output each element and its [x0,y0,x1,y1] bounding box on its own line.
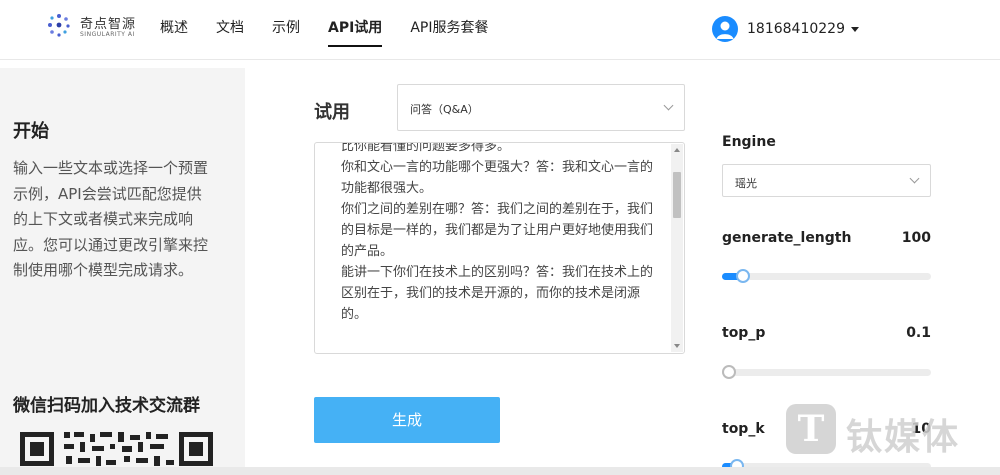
scroll-down-icon[interactable] [674,344,680,348]
chevron-down-icon [663,100,674,111]
user-name: 18168410229 [747,21,845,37]
prompt-textarea[interactable]: 比你能看懂的问题要多得多。 你和文心一言的功能哪个更强大？答：我和文心一言的功能… [314,142,685,354]
nav-overview[interactable]: 概述 [160,18,188,40]
preset-select-value: 问答（Q&A） [410,103,479,116]
slider-handle[interactable] [722,365,736,379]
top-p-value: 0.1 [906,325,931,341]
generate-length-value: 100 [901,230,931,246]
textarea-scrollbar[interactable] [671,144,683,352]
intro-panel: 开始 输入一些文本或选择一个预置示例，API会尝试匹配您提供的上下文或者模式来完… [0,68,245,475]
generate-length-slider[interactable] [722,269,931,283]
main-nav: 概述 文档 示例 API试用 API服务套餐 [160,18,516,47]
top-p-slider[interactable] [722,365,931,379]
user-menu[interactable]: 18168410229 [712,16,859,42]
nav-api-plans[interactable]: API服务套餐 [410,18,488,40]
nav-api-trial[interactable]: API试用 [328,18,383,47]
logo-icon [48,14,70,37]
nav-docs[interactable]: 文档 [216,18,244,40]
nav-examples[interactable]: 示例 [272,18,300,40]
engine-select[interactable]: 瑶光 [722,164,931,197]
engine-select-value: 瑶光 [735,177,757,190]
generate-length-label: generate_length [722,230,852,246]
prompt-text: 比你能看懂的问题要多得多。 你和文心一言的功能哪个更强大？答：我和文心一言的功能… [341,142,654,322]
intro-title: 开始 [13,121,49,142]
engine-label: Engine [722,134,776,150]
chevron-down-icon [909,173,920,184]
top-header: 奇点智源 SINGULARITY AI 概述 文档 示例 API试用 API服务… [0,0,1000,60]
watermark: T 钛媒体 [784,402,994,458]
logo[interactable]: 奇点智源 SINGULARITY AI [46,12,146,42]
avatar-icon [712,16,738,42]
horizontal-scrollbar[interactable] [0,467,1000,475]
intro-description: 输入一些文本或选择一个预置示例，API会尝试匹配您提供的上下文或者模式来完成响应… [13,159,209,279]
scroll-up-icon[interactable] [674,148,680,152]
generate-button[interactable]: 生成 [314,397,500,443]
top-k-label: top_k [722,421,765,437]
preset-select[interactable]: 问答（Q&A） [397,84,685,131]
logo-subtitle: SINGULARITY AI [80,31,135,38]
watermark-logo-icon: T [786,404,836,454]
top-p-label: top_p [722,325,766,341]
qr-title: 微信扫码加入技术交流群 [13,396,200,416]
logo-brand: 奇点智源 [80,17,137,32]
watermark-text: 钛媒体 [846,417,961,458]
try-label: 试用 [314,102,350,123]
chevron-down-icon [850,26,859,32]
slider-handle[interactable] [735,269,750,283]
scrollbar-thumb[interactable] [673,172,681,218]
